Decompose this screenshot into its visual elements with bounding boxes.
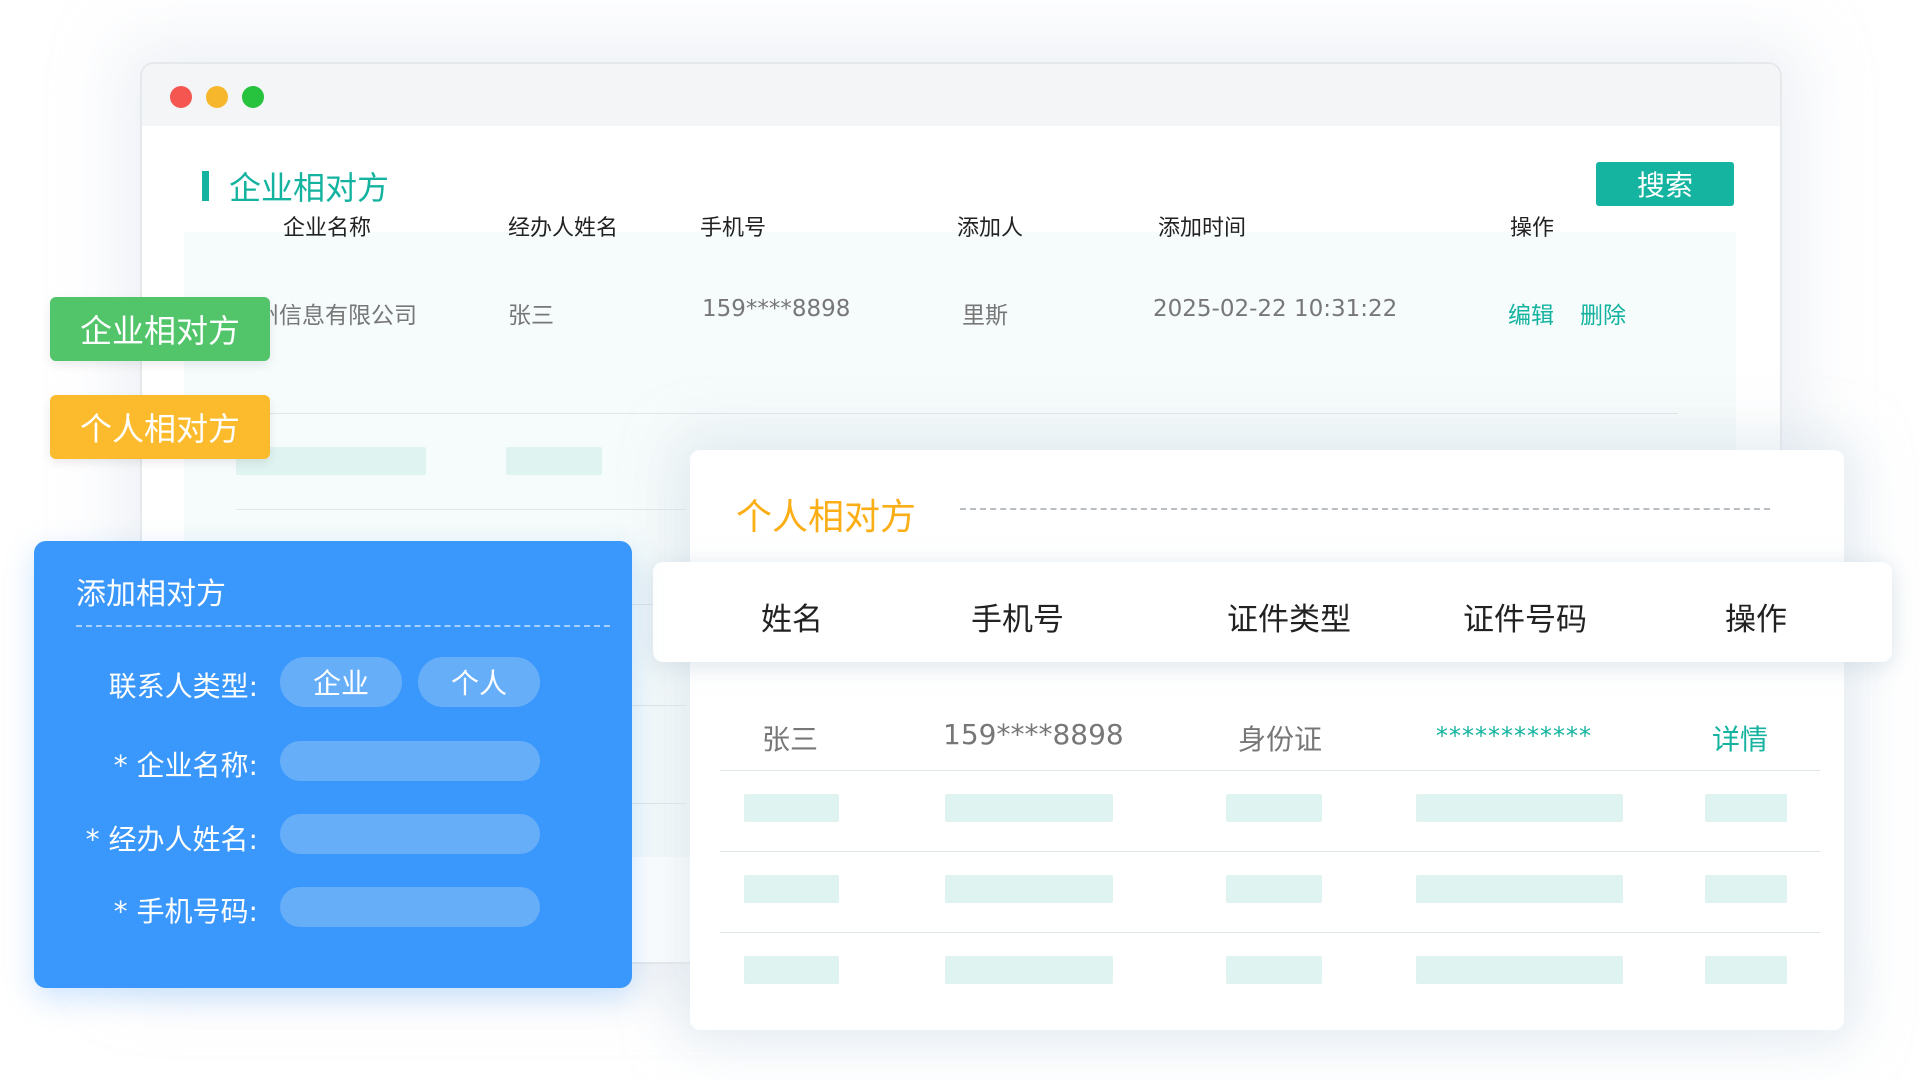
cell-added-by: 里斯 <box>962 303 1008 329</box>
operator-name-label: * 经办人姓名: <box>85 823 258 856</box>
close-window-button[interactable] <box>170 86 192 108</box>
placeholder-cell <box>1226 875 1322 903</box>
cell-name: 张三 <box>762 723 819 756</box>
column-header-actions: 操作 <box>1725 602 1787 638</box>
type-option-personal[interactable]: 个人 <box>418 657 540 707</box>
row-divider <box>720 770 1820 771</box>
row-divider <box>236 413 1678 414</box>
column-header-id-number: 证件号码 <box>1463 602 1587 638</box>
placeholder-cell <box>506 447 602 475</box>
column-header-id-type: 证件类型 <box>1227 602 1351 638</box>
detail-link[interactable]: 详情 <box>1712 718 1768 758</box>
cell-phone: 159****8898 <box>943 718 1124 751</box>
title-bar <box>142 64 1780 126</box>
operator-name-field[interactable] <box>280 814 540 854</box>
personal-table-header: 姓名 手机号 证件类型 证件号码 操作 <box>653 562 1892 662</box>
cell-id-number: ************ <box>1436 722 1592 750</box>
placeholder-cell <box>744 875 839 903</box>
placeholder-cell <box>744 794 839 822</box>
form-title: 添加相对方 <box>76 577 226 612</box>
type-option-company[interactable]: 企业 <box>280 657 402 707</box>
row-divider <box>236 509 686 510</box>
cell-id-type: 身份证 <box>1238 723 1323 756</box>
placeholder-cell <box>1416 956 1623 984</box>
column-header-operator: 经办人姓名 <box>508 216 619 241</box>
tag-personal-counterparty[interactable]: 个人相对方 <box>50 395 270 459</box>
form-divider <box>76 625 610 627</box>
phone-number-field[interactable] <box>280 887 540 927</box>
add-counterparty-form: 添加相对方 联系人类型: 企业 个人 * 企业名称: * 经办人姓名: * 手机… <box>34 541 632 988</box>
placeholder-cell <box>945 956 1113 984</box>
edit-link[interactable]: 编辑 <box>1508 296 1554 330</box>
placeholder-cell <box>1226 794 1322 822</box>
card-title: 个人相对方 <box>736 497 917 538</box>
section-title-text: 企业相对方 <box>229 169 390 207</box>
cell-added-time: 2025-02-22 10:31:22 <box>1153 296 1398 322</box>
search-button[interactable]: 搜索 <box>1596 162 1734 206</box>
title-divider <box>960 508 1770 510</box>
placeholder-cell <box>1416 875 1623 903</box>
contact-type-label: 联系人类型: <box>108 670 258 703</box>
column-header-phone: 手机号 <box>700 216 767 241</box>
column-header-actions: 操作 <box>1510 216 1555 241</box>
placeholder-cell <box>1226 956 1322 984</box>
column-header-name: 姓名 <box>761 602 823 638</box>
column-header-phone: 手机号 <box>971 602 1064 638</box>
tag-company-counterparty[interactable]: 企业相对方 <box>50 297 270 361</box>
cell-operator: 张三 <box>508 303 554 329</box>
column-header-company: 企业名称 <box>283 216 372 241</box>
maximize-window-button[interactable] <box>242 86 264 108</box>
placeholder-cell <box>744 956 839 984</box>
placeholder-cell <box>945 875 1113 903</box>
phone-number-label: * 手机号码: <box>113 895 258 928</box>
company-name-label: * 企业名称: <box>113 749 258 782</box>
company-name-field[interactable] <box>280 741 540 781</box>
placeholder-cell <box>1705 956 1787 984</box>
cell-phone: 159****8898 <box>702 296 851 322</box>
column-header-added-time: 添加时间 <box>1158 216 1247 241</box>
column-header-added-by: 添加人 <box>957 216 1024 241</box>
title-accent-bar <box>202 171 209 201</box>
placeholder-cell <box>1416 794 1623 822</box>
placeholder-cell <box>945 794 1113 822</box>
row-divider <box>720 851 1820 852</box>
section-title: 企业相对方 <box>202 168 389 207</box>
row-divider <box>720 932 1820 933</box>
placeholder-cell <box>1705 875 1787 903</box>
delete-link[interactable]: 删除 <box>1580 296 1626 330</box>
minimize-window-button[interactable] <box>206 86 228 108</box>
placeholder-cell <box>1705 794 1787 822</box>
